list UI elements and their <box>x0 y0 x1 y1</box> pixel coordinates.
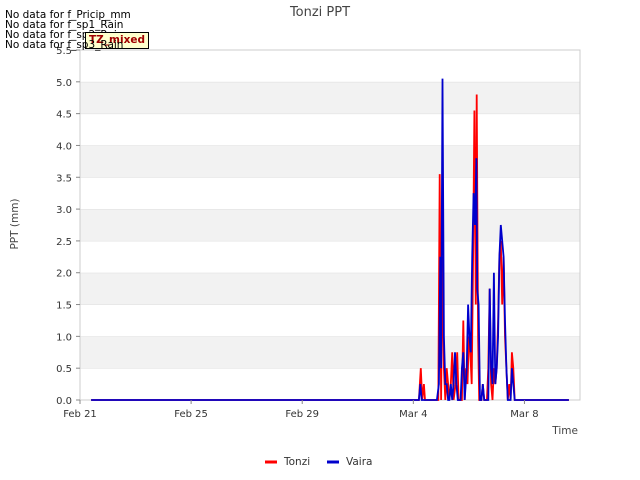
grid-band <box>80 240 580 273</box>
chart-title: Tonzi PPT <box>289 5 350 20</box>
y-tick-label: 1.5 <box>56 301 72 312</box>
grid-band <box>80 113 580 146</box>
y-tick-label: 1.0 <box>56 332 72 343</box>
grid-band <box>80 209 580 241</box>
y-tick-label: 3.5 <box>56 173 72 184</box>
x-tick-label: Mar 4 <box>399 409 427 420</box>
y-tick-label: 2.5 <box>56 237 72 248</box>
y-tick-label: 4.5 <box>56 110 72 121</box>
x-axis-ticks: Feb 21 Feb 25 Feb 29 Mar 4 Mar 8 <box>63 400 539 420</box>
legend: Tonzi Vaira <box>265 456 372 468</box>
grid-band <box>80 50 580 82</box>
no-data-message: No data for f_sp3_Rain <box>5 39 124 51</box>
legend-label-vaira: Vaira <box>346 456 372 468</box>
y-tick-label: 3.0 <box>56 205 72 216</box>
x-tick-label: Feb 21 <box>63 409 97 420</box>
y-tick-label: 2.0 <box>56 269 72 280</box>
grid-band <box>80 145 580 178</box>
chart: 0.00.51.01.52.02.53.03.54.04.55.05.5 Feb… <box>9 5 581 468</box>
x-axis-label: Time <box>551 425 578 437</box>
x-tick-label: Feb 25 <box>174 409 208 420</box>
grid-band <box>80 177 580 210</box>
grid-band <box>80 368 580 400</box>
grid-band <box>80 81 580 114</box>
y-tick-label: 4.0 <box>56 141 72 152</box>
y-tick-label: 0.5 <box>56 364 72 375</box>
legend-label-tonzi: Tonzi <box>283 456 310 468</box>
x-tick-label: Mar 8 <box>510 409 538 420</box>
y-tick-label: 0.0 <box>56 396 72 407</box>
y-axis-ticks: 0.00.51.01.52.02.53.03.54.04.55.05.5 <box>56 46 80 407</box>
y-tick-label: 5.0 <box>56 78 72 89</box>
y-axis-label: PPT (mm) <box>9 198 21 249</box>
x-tick-label: Feb 29 <box>285 409 319 420</box>
